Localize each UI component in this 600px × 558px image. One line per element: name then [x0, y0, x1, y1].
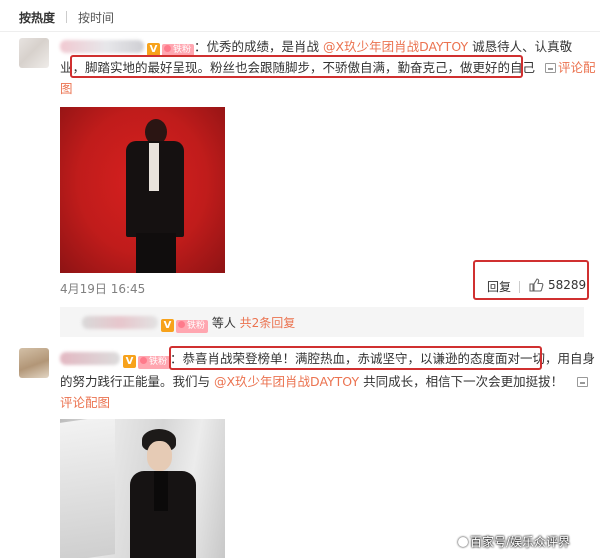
watermark: 百家号/娱乐众评界 — [458, 533, 570, 550]
sort-bar: 按热度 按时间 — [0, 0, 600, 32]
avatar[interactable] — [19, 348, 49, 378]
username-blurred[interactable] — [60, 40, 144, 53]
comment-text: 的努力践行正能量。我们与 — [60, 374, 214, 389]
comment-text: ：优秀的成绩，是肖战 — [194, 39, 323, 54]
sub-reply-count-link[interactable]: 共2条回复 — [240, 316, 296, 330]
paw-icon — [458, 537, 468, 547]
verified-v-icon: V — [123, 355, 136, 368]
iron-fan-heart-icon — [178, 321, 185, 328]
comment-photo[interactable] — [60, 107, 225, 273]
sub-reply-bar[interactable]: V 铁粉 等人 共2条回复 — [60, 307, 584, 337]
sub-reply-username-blurred[interactable] — [82, 316, 158, 329]
reply-image-icon — [545, 63, 557, 73]
sort-divider — [66, 11, 67, 23]
mention-link[interactable]: @X玖少年团肖战DAYTOY — [323, 39, 468, 54]
iron-fan-heart-icon — [140, 357, 147, 364]
comment-on-image-label: 评论配 — [558, 60, 596, 75]
watermark-text: 百家号/娱乐众评界 — [470, 535, 571, 549]
comment-photo[interactable] — [60, 419, 225, 558]
iron-fan-badge-label: 铁粉 — [173, 45, 192, 55]
iron-fan-badge-label: 铁粉 — [149, 357, 168, 367]
iron-fan-heart-icon — [164, 45, 171, 52]
comment-text: 诚恳待人、认真敬 — [468, 39, 573, 54]
photo-magazine-page — [60, 419, 115, 558]
reply-image-icon — [577, 377, 589, 387]
highlight-box-1 — [70, 55, 523, 78]
photo-figure-collar — [154, 471, 168, 511]
avatar[interactable] — [19, 38, 49, 68]
highlight-box-likes — [473, 260, 589, 300]
comment-on-image-link[interactable]: 评论配 — [545, 60, 596, 75]
sort-by-heat-tab[interactable]: 按热度 — [19, 9, 55, 26]
comment-2-line-2: 的努力践行正能量。我们与 @X玖少年团肖战DAYTOY 共同成长，相信下一次会更… — [60, 373, 590, 391]
comment-on-image-link[interactable]: 评论配图 — [60, 394, 110, 412]
photo-figure-legs — [136, 233, 176, 273]
comment-text: 共同成长，相信下一次会更加挺拔！ — [359, 374, 564, 389]
highlight-box-2 — [169, 346, 542, 370]
verified-v-icon: V — [161, 319, 174, 332]
comment-timestamp: 4月19日 16:45 — [60, 282, 146, 296]
iron-fan-badge: 铁粉 — [176, 320, 209, 333]
mention-link[interactable]: @X玖少年团肖战DAYTOY — [214, 374, 359, 389]
photo-figure-shirt — [149, 143, 159, 191]
iron-fan-badge-label: 铁粉 — [187, 321, 206, 331]
username-blurred[interactable] — [60, 352, 120, 365]
sub-reply-suffix: 等人 — [208, 316, 240, 330]
photo-figure-face — [147, 441, 172, 471]
sub-reply-summary: V 铁粉 等人 共2条回复 — [82, 314, 295, 333]
iron-fan-badge[interactable]: 铁粉 — [138, 356, 171, 369]
comment-on-image-link-wrap[interactable]: 图 — [60, 80, 73, 98]
comment-text: ，用自身 — [545, 351, 596, 366]
sort-by-time-tab[interactable]: 按时间 — [78, 9, 114, 26]
